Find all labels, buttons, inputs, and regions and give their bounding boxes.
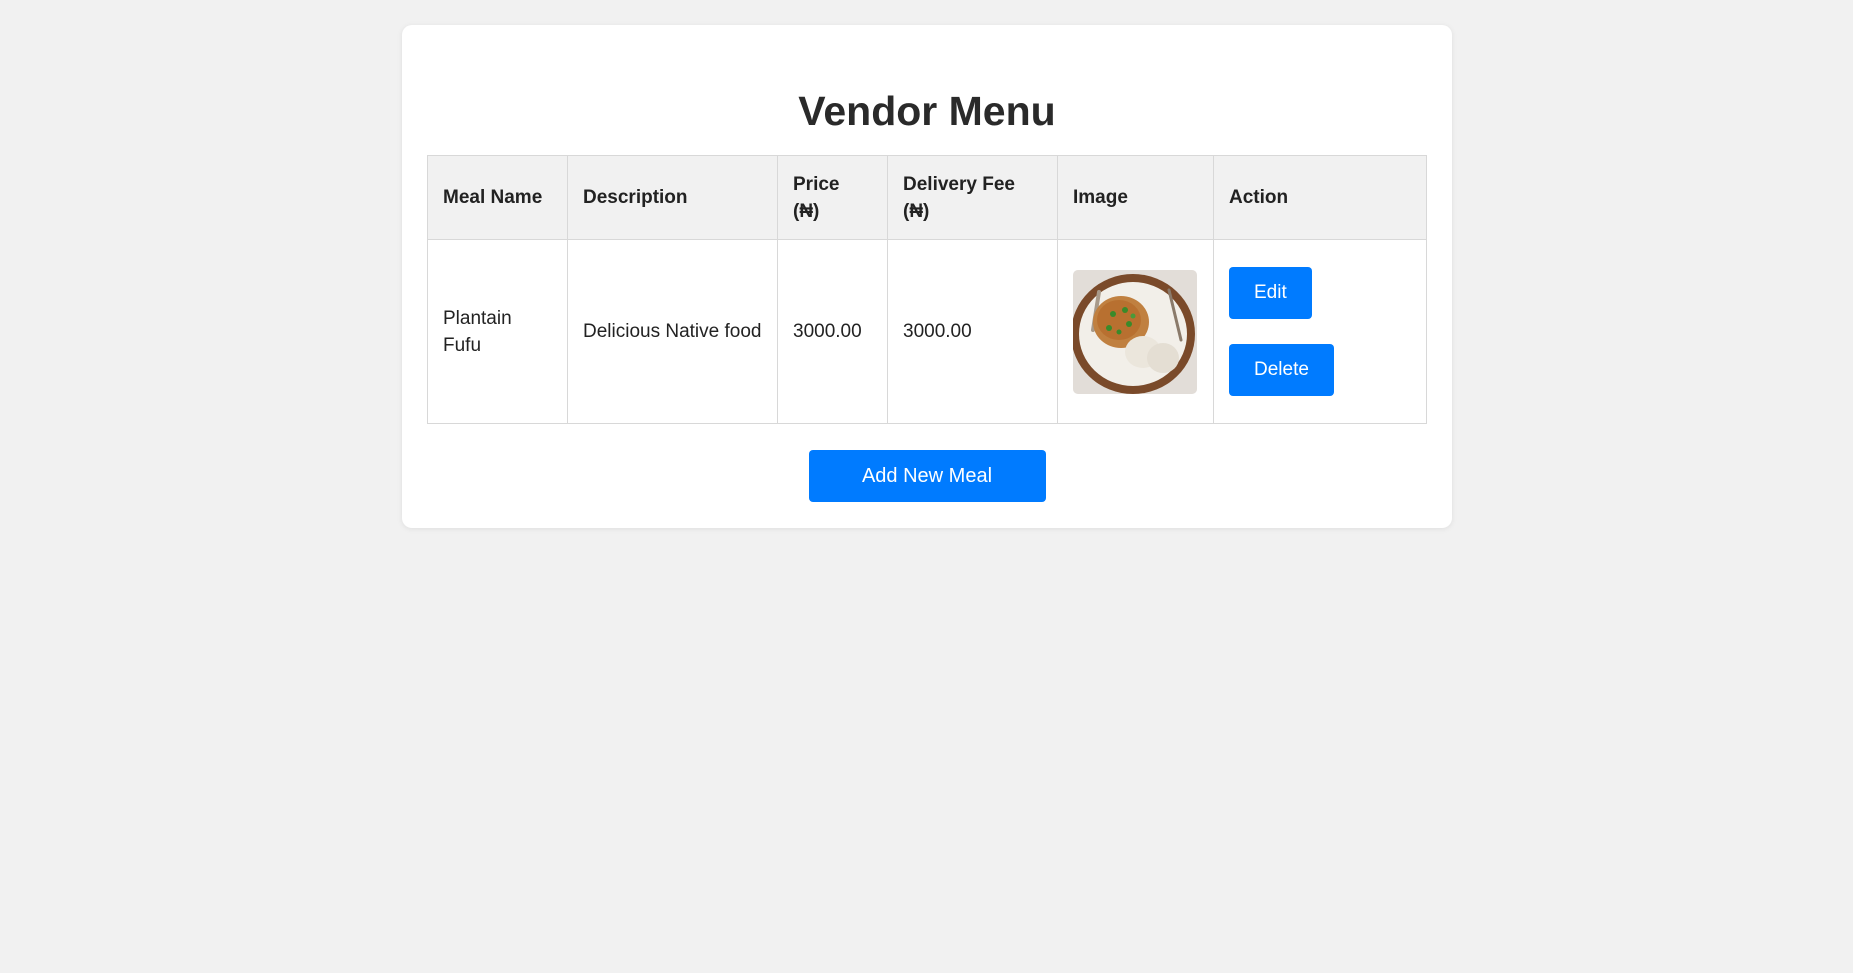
cell-price: 3000.00 — [777, 239, 888, 424]
header-description: Description — [567, 155, 778, 240]
cell-action: Edit Delete — [1213, 239, 1427, 424]
add-new-meal-button[interactable]: Add New Meal — [808, 450, 1046, 502]
header-action: Action — [1213, 155, 1427, 240]
menu-card: Vendor Menu Meal Name Description Price … — [402, 25, 1452, 528]
header-price: Price (₦) — [777, 155, 888, 240]
delete-button[interactable]: Delete — [1229, 344, 1334, 396]
header-meal-name: Meal Name — [427, 155, 568, 240]
header-delivery-fee: Delivery Fee (₦) — [887, 155, 1058, 240]
header-image: Image — [1057, 155, 1214, 240]
header-delivery-unit: (₦) — [903, 200, 930, 222]
table-header-row: Meal Name Description Price (₦) Delivery… — [427, 155, 1427, 240]
meal-thumbnail — [1073, 269, 1197, 394]
menu-table: Meal Name Description Price (₦) Delivery… — [427, 155, 1427, 424]
add-meal-wrap: Add New Meal — [427, 450, 1427, 502]
header-delivery-label: Delivery Fee — [903, 173, 1015, 195]
cell-meal-name: Plantain Fufu — [427, 239, 568, 424]
cell-description: Delicious Native food — [567, 239, 778, 424]
edit-button[interactable]: Edit — [1229, 267, 1312, 319]
header-price-unit: (₦) — [793, 200, 820, 222]
header-price-label: Price — [793, 173, 840, 195]
cell-delivery-fee: 3000.00 — [887, 239, 1058, 424]
table-row: Plantain Fufu Delicious Native food 3000… — [427, 239, 1427, 424]
cell-image — [1057, 239, 1214, 424]
page-title: Vendor Menu — [798, 88, 1056, 134]
